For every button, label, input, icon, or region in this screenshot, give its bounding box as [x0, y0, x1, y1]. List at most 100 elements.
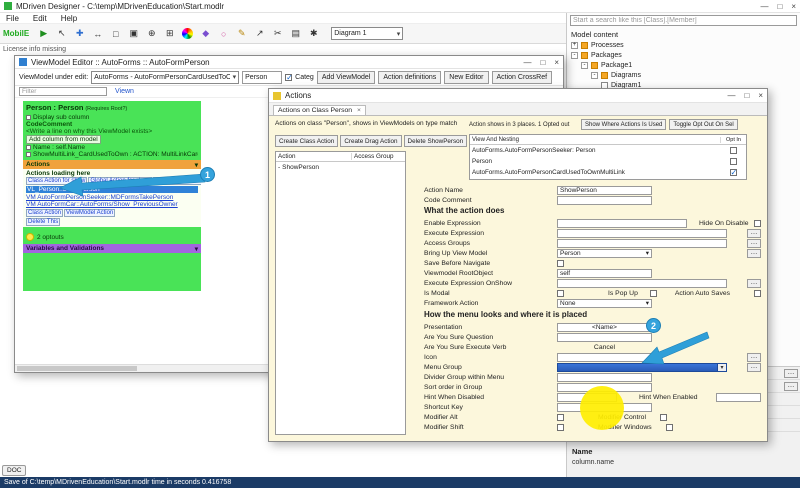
ellipsis-button[interactable]: …: [747, 229, 761, 238]
menu-file[interactable]: File: [6, 14, 19, 23]
viewmodel-combo[interactable]: AutoForms - AutoFormPersonCardUsedToOwnM…: [91, 71, 239, 84]
actions-dialog-titlebar[interactable]: Actions — □ ×: [269, 89, 767, 103]
modifier-shift-checkbox[interactable]: [557, 424, 564, 431]
is-modal-checkbox[interactable]: [557, 290, 564, 297]
delete-showperson-button[interactable]: Delete ShowPerson: [404, 135, 468, 147]
execute-expression-field[interactable]: [557, 229, 727, 238]
cut-icon[interactable]: ✂: [269, 26, 286, 41]
action-row[interactable]: VM AutoFormCar::AutoForms/Show_PreviousO…: [26, 201, 198, 208]
access-groups-field[interactable]: [557, 239, 727, 248]
usage-row[interactable]: AutoForms.AutoFormPersonSeeker: Person: [470, 145, 746, 156]
collapse-icon[interactable]: -: [591, 72, 598, 79]
column-row[interactable]: ShowMultiLink_CardUsedToOwn : ACTION: Mu…: [26, 151, 198, 158]
search-input[interactable]: [570, 15, 797, 26]
add-viewmodel-button[interactable]: Add ViewModel: [317, 71, 376, 84]
menu-group-combo[interactable]: ▾: [557, 363, 727, 372]
select-icon[interactable]: ↖: [53, 26, 70, 41]
report-icon[interactable]: ▤: [287, 26, 304, 41]
viewmodel-action-link[interactable]: ViewModel Action: [64, 209, 115, 217]
add-icon[interactable]: ✚: [71, 26, 88, 41]
minimize-icon[interactable]: —: [760, 2, 768, 11]
tree-item-packages[interactable]: - Packages: [571, 50, 798, 60]
shapes-icon[interactable]: ◆: [197, 26, 214, 41]
menu-edit[interactable]: Edit: [33, 14, 47, 23]
connector-icon[interactable]: ↗: [251, 26, 268, 41]
actions-section-header[interactable]: Actions ▾: [23, 160, 201, 169]
doc-button[interactable]: DOC: [2, 465, 26, 476]
collapse-icon[interactable]: -: [571, 52, 578, 59]
viewmodel-rootobject-field[interactable]: self: [557, 269, 652, 278]
optouts-label[interactable]: 2 optouts: [37, 234, 64, 241]
action-row[interactable]: VM AutoFormPersonSeeker::MDFormsTakePers…: [26, 194, 198, 201]
column-checkbox[interactable]: [26, 145, 31, 150]
variables-section-header[interactable]: Variables and Validations ▾: [23, 244, 201, 253]
ellipsis-button[interactable]: …: [747, 279, 761, 288]
column-header-view-and-nesting[interactable]: View And Nesting: [470, 137, 720, 143]
collapse-icon[interactable]: -: [581, 62, 588, 69]
run-icon[interactable]: ▶: [35, 26, 52, 41]
close-icon[interactable]: ×: [758, 91, 763, 100]
minimize-icon[interactable]: —: [523, 58, 531, 67]
bring-up-view-model-combo[interactable]: Person ▾: [557, 249, 652, 258]
expand-icon[interactable]: +: [571, 42, 578, 49]
modifier-windows-checkbox[interactable]: [666, 424, 673, 431]
menu-help[interactable]: Help: [61, 14, 77, 23]
tree-item-package1[interactable]: - Package1: [571, 60, 798, 70]
viewmodel-editor-titlebar[interactable]: ViewModel Editor :: AutoForms :: AutoFor…: [15, 56, 563, 69]
maximize-icon[interactable]: □: [744, 91, 749, 100]
zoom-icon[interactable]: ⊕: [143, 26, 160, 41]
modifier-control-checkbox[interactable]: [660, 414, 667, 421]
action-crossref-button[interactable]: Action CrossRef: [492, 71, 553, 84]
ellipsis-button[interactable]: …: [747, 353, 761, 362]
column-header-opt-in[interactable]: Opt In: [720, 137, 746, 143]
hide-on-disable-checkbox[interactable]: [754, 220, 761, 227]
global-action-for-show-link[interactable]: Global Action for show: [88, 177, 152, 185]
display-sub-column-checkbox[interactable]: [26, 115, 31, 120]
toggle-opt-out-button[interactable]: Toggle Opt Out On Sel: [669, 119, 737, 130]
are-you-sure-verb-value[interactable]: Cancel: [557, 344, 652, 351]
show-where-actions-used-button[interactable]: Show Where Actions Is Used: [581, 119, 666, 130]
modifier-alt-checkbox[interactable]: [557, 414, 564, 421]
ellipsis-button[interactable]: …: [747, 363, 761, 372]
execute-onshow-field[interactable]: [557, 279, 727, 288]
code-comment-hint[interactable]: <Write a line on why this ViewModel exis…: [26, 128, 198, 135]
framework-action-combo[interactable]: None ▾: [557, 299, 652, 308]
usage-row[interactable]: Person: [470, 156, 746, 167]
column-header-access-group[interactable]: Access Group: [352, 153, 394, 160]
create-class-action-button[interactable]: Create Class Action: [275, 135, 338, 147]
grid-icon[interactable]: ⊞: [161, 26, 178, 41]
ellipse-icon[interactable]: ○: [215, 26, 232, 41]
enable-expression-field[interactable]: [557, 219, 687, 228]
property-name-value[interactable]: column.name: [572, 459, 614, 466]
tab-close-icon[interactable]: ×: [357, 107, 361, 114]
action-name-field[interactable]: ShowPerson: [557, 186, 652, 195]
class-field[interactable]: Person: [242, 71, 282, 84]
categ-checkbox[interactable]: [285, 74, 292, 81]
opt-in-checkbox[interactable]: [730, 169, 737, 176]
create-drag-action-button[interactable]: Create Drag Action: [340, 135, 401, 147]
delete-this-link[interactable]: Delete This: [26, 218, 60, 226]
ellipsis-button[interactable]: …: [784, 369, 798, 378]
palette-icon[interactable]: [182, 28, 193, 39]
ellipsis-button[interactable]: …: [747, 239, 761, 248]
ellipsis-button[interactable]: …: [784, 382, 798, 391]
save-before-navigate-checkbox[interactable]: [557, 260, 564, 267]
pan-icon[interactable]: ↔: [89, 26, 106, 41]
class-action-for-show-link[interactable]: Class Action for show: [26, 177, 87, 185]
pencil-icon[interactable]: ✎: [233, 26, 250, 41]
ellipsis-button[interactable]: …: [747, 249, 761, 258]
column-row[interactable]: Name : self.Name: [26, 144, 198, 151]
usage-row[interactable]: AutoForms.AutoFormPersonCardUsedToOwnMul…: [470, 167, 746, 178]
code-comment-field[interactable]: [557, 196, 652, 205]
class-action-link[interactable]: Class Action: [26, 209, 63, 217]
column-checkbox[interactable]: [26, 152, 31, 157]
are-you-sure-question-field[interactable]: [557, 333, 652, 342]
opt-in-checkbox[interactable]: [730, 147, 737, 154]
action-auto-saves-checkbox[interactable]: [754, 290, 761, 297]
snapshot-icon[interactable]: ▣: [125, 26, 142, 41]
table-row-showperson[interactable]: - ShowPerson: [276, 162, 405, 172]
action-row-showperson[interactable]: VL_Person::ShowPerson: [26, 186, 198, 193]
minimize-icon[interactable]: —: [727, 91, 735, 100]
is-pop-up-checkbox[interactable]: [650, 290, 657, 297]
close-icon[interactable]: ×: [554, 58, 559, 67]
